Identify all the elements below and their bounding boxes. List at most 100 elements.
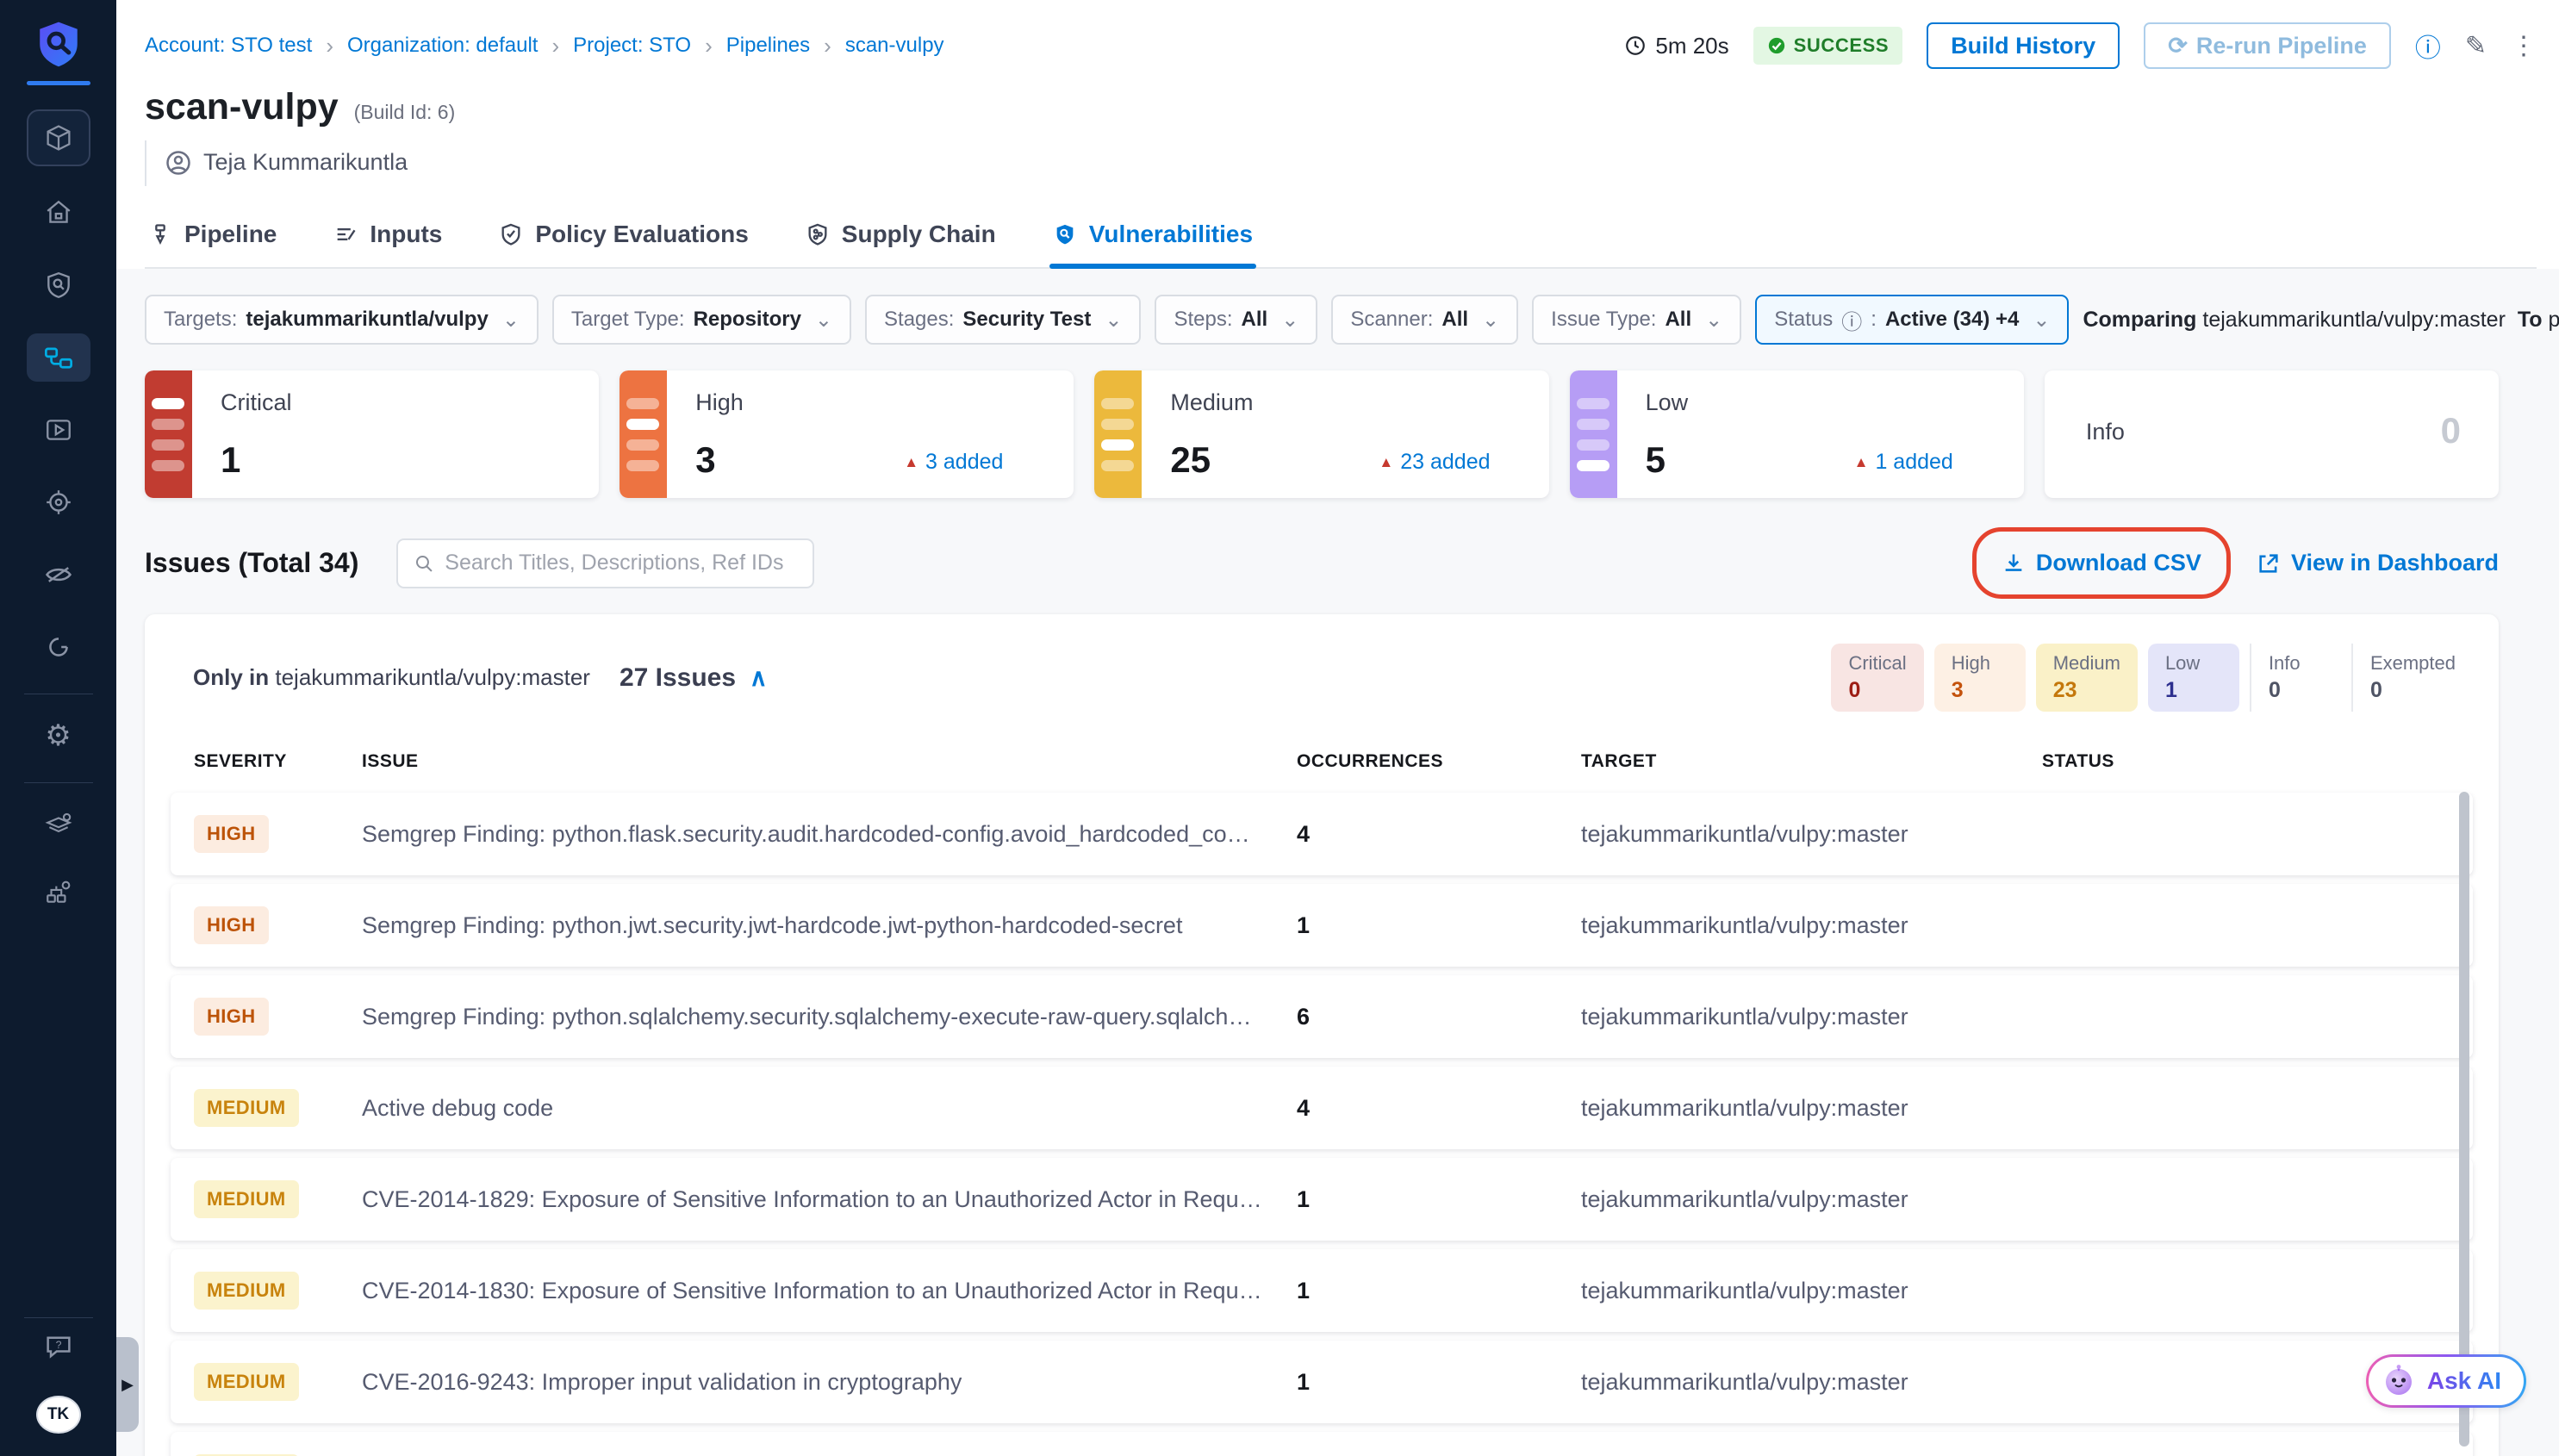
sidebar-item-targets[interactable] [27,478,90,526]
sto-shield-logo-icon [34,19,84,69]
issue-title: CVE-2014-1829: Exposure of Sensitive Inf… [362,1186,1297,1213]
edit-pipeline-icon[interactable]: ✎ [2465,31,2487,61]
tab-policy-evaluations[interactable]: Policy Evaluations [495,208,751,267]
filter-steps[interactable]: Steps:All ⌄ [1155,295,1317,345]
table-row[interactable]: HIGH Semgrep Finding: python.flask.secur… [171,793,2473,875]
tab-inputs[interactable]: Inputs [330,208,445,267]
ai-mascot-icon [2381,1363,2417,1399]
severity-card-critical[interactable]: Critical 1 [145,370,599,498]
severity-card-medium[interactable]: Medium 25 ▲23 added [1094,370,1548,498]
filter-targets[interactable]: Targets:tejakummarikuntla/vulpy ⌄ [145,295,539,345]
sidebar-divider-3 [24,1317,93,1318]
breadcrumb-organization[interactable]: Organization: default [347,34,538,58]
chevron-down-icon: ⌄ [1281,308,1298,333]
issue-title: Semgrep Finding: python.flask.security.a… [362,821,1297,848]
build-history-button[interactable]: Build History [1927,22,2120,69]
triangle-up-icon: ▲ [904,454,918,471]
sidebar-item-home[interactable] [27,189,90,237]
sidebar-item-overview[interactable] [27,261,90,309]
pipelines-icon [43,342,74,373]
table-row[interactable]: HIGH Semgrep Finding: python.sqlalchemy.… [171,975,2473,1058]
sidebar-divider-2 [24,782,93,783]
card-label: Low [1646,389,1689,416]
severity-card-high[interactable]: High 3 ▲3 added [620,370,1074,498]
search-icon [414,552,434,575]
user-avatar[interactable]: TK [36,1396,81,1434]
table-row[interactable]: MEDIUM Active debug code 4 tejakummariku… [171,1067,2473,1149]
sidebar-item-default-settings[interactable] [27,800,90,849]
card-count: 5 [1646,439,1666,481]
sidebar-item-help-chat[interactable]: ? [27,1323,90,1372]
rerun-pipeline-button[interactable]: ⟳ Re-run Pipeline [2144,22,2391,69]
occurrences-value: 1 [1297,1278,1581,1304]
breadcrumb-separator-icon: › [551,33,559,59]
card-count: 3 [695,439,715,481]
occurrences-value: 6 [1297,1004,1581,1030]
target-value: tejakummarikuntla/vulpy:master [1581,1186,2042,1213]
target-value: tejakummarikuntla/vulpy:master [1581,821,2042,848]
breadcrumb: Account: STO test › Organization: defaul… [145,22,2537,69]
sidebar-item-pipelines[interactable] [27,333,90,382]
filter-scanner[interactable]: Scanner:All ⌄ [1331,295,1518,345]
severity-chips: Critical0 High3 Medium23 Low1 Info0 Exem… [1821,644,2473,712]
sidebar-item-exemptions[interactable] [27,551,90,599]
owner-name: Teja Kummarikuntla [203,149,408,176]
tab-pipeline[interactable]: Pipeline [145,208,280,267]
table-row[interactable]: HIGH Semgrep Finding: python.jwt.securit… [171,884,2473,967]
collapse-group-icon[interactable]: ∧ [750,663,768,692]
executions-icon [44,415,73,445]
card-label: Info [2086,419,2125,445]
filter-status[interactable]: Status ⓘ : Active (34) +4 ⌄ [1755,295,2069,345]
target-icon [44,488,73,517]
card-added: ▲3 added [904,450,1003,475]
sidebar-item-baselines[interactable] [27,623,90,671]
filter-target-type[interactable]: Target Type:Repository ⌄ [552,295,851,345]
build-id-label: (Build Id: 6) [354,101,456,124]
table-row[interactable]: MEDIUM CVE-2017-11424: PyJWT... 1 tejaku… [171,1432,2473,1456]
info-icon[interactable]: ⓘ [2415,27,2441,65]
breadcrumb-pipelines[interactable]: Pipelines [726,34,810,58]
check-circle-icon [1767,36,1786,55]
breadcrumb-current[interactable]: scan-vulpy [845,34,944,58]
table-scrollbar[interactable] [2459,792,2469,1447]
breadcrumb-account[interactable]: Account: STO test [145,34,312,58]
policy-shield-check-icon [499,222,523,246]
table-row[interactable]: MEDIUM CVE-2016-9243: Improper input val… [171,1341,2473,1423]
sto-logo [27,19,90,85]
view-in-dashboard-button[interactable]: View in Dashboard [2257,550,2499,576]
issues-search[interactable] [396,538,814,588]
download-csv-button[interactable]: Download CSV [2002,550,2201,576]
more-options-icon[interactable]: ⋮ [2511,31,2537,61]
ask-ai-label: Ask AI [2427,1367,2501,1395]
group-issue-count: 27 Issues [620,663,736,693]
chip-exempted: Exempted0 [2351,644,2473,712]
tab-vulnerabilities[interactable]: Vulnerabilities [1049,208,1256,267]
card-added: ▲1 added [1854,450,1953,475]
table-row[interactable]: MEDIUM CVE-2014-1829: Exposure of Sensit… [171,1158,2473,1241]
severity-badge: HIGH [194,906,269,944]
filter-stages[interactable]: Stages:Security Test ⌄ [865,295,1141,345]
ask-ai-button[interactable]: Ask AI [2366,1354,2526,1408]
sidebar-item-executions[interactable] [27,406,90,454]
chevron-down-icon: ⌄ [815,308,832,333]
severity-cards: Critical 1 High 3 ▲3 added Medium 25 ▲23… [116,345,2559,498]
sidebar-item-org-settings[interactable] [27,868,90,916]
table-row[interactable]: MEDIUM CVE-2014-1830: Exposure of Sensit… [171,1249,2473,1332]
card-count: 1 [221,439,240,481]
sidebar-collapse-handle[interactable]: ▶ [116,1337,139,1432]
target-value: tejakummarikuntla/vulpy:master [1581,1369,2042,1396]
module-switcher[interactable] [27,109,90,166]
sidebar-item-settings[interactable]: ⚙ [27,712,90,760]
breadcrumb-project[interactable]: Project: STO [573,34,691,58]
filter-issue-type[interactable]: Issue Type:All ⌄ [1532,295,1741,345]
severity-card-info[interactable]: Info 0 [2045,370,2499,498]
home-icon [44,198,73,227]
issue-title: Active debug code [362,1095,1297,1122]
refresh-icon: ⟳ [2168,33,2188,59]
severity-card-low[interactable]: Low 5 ▲1 added [1570,370,2024,498]
search-input[interactable] [445,551,797,576]
power-icon [44,632,73,662]
pipeline-tab-icon [148,222,172,246]
chevron-down-icon: ⌄ [2033,308,2050,333]
tab-supply-chain[interactable]: Supply Chain [802,208,999,267]
